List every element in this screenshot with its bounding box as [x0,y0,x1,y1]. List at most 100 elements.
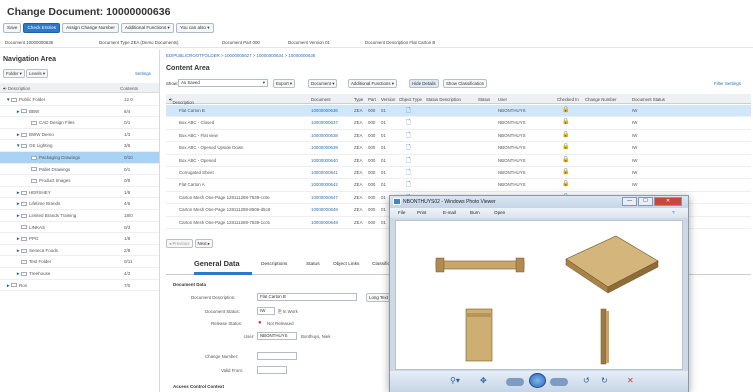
table-row[interactable]: Flat Carton B 10000000636 ZEA 000 01 NBONTHUY… [166,105,751,118]
sidebar-item[interactable]: ▼ GE Lighting 3/6 [0,140,159,152]
table-row[interactable]: Box ABC - Opened Upside Down 10000000639 Z… [166,142,751,155]
sidebar-item[interactable]: Packaging Drawings 0/10 [0,151,159,164]
file-icon[interactable]: 🗋 [406,118,411,128]
levels-button[interactable]: Levels ▾ [26,69,49,78]
tree-node-text: Pallet Drawings [39,166,71,172]
cell-doc[interactable]: 10000000648 [311,207,338,212]
sidebar-item[interactable]: ► HERSHEY 1/8 [0,187,159,199]
previous-button[interactable]: ◂ Previous [166,239,193,248]
filter-settings-link[interactable]: Filter Settings [714,81,741,86]
sidebar-item[interactable]: ▼ Public Folder 12.0 [0,94,159,106]
table-row[interactable]: Flat Carton A 10000000642 ZEA 000 01 NBONTHUY… [166,179,751,192]
zoom-icon[interactable]: ⚲▾ [450,376,460,385]
meta-document: Document 10000000636 [5,40,54,45]
sidebar-item[interactable]: ► Ron 7/0 [0,280,159,292]
file-icon[interactable]: 🗋 [406,168,411,178]
table-row[interactable]: Corrugated Sheet 10000000641 ZEA 000 01 NBONT… [166,167,751,180]
breadcrumb[interactable]: EDIPUBLICROOTFOLDER > 10000000627 > 1000… [166,53,315,58]
table-row[interactable]: Box ABC - Closed 10000000637 ZEA 000 01 NBONT… [166,117,751,130]
document-button[interactable]: Document ▾ [308,79,338,88]
maximize-button[interactable]: ☐ [638,197,653,206]
next-image-button[interactable] [550,378,568,386]
tree-node-text: Seneca Foods [29,247,59,253]
file-icon[interactable]: 🗋 [406,156,411,166]
cell-doc[interactable]: 10000000636 [311,108,338,113]
show-select[interactable]: As Saved ▾ [178,79,268,87]
help-icon[interactable]: ? [672,210,675,215]
table-row[interactable]: Box ABC - Flat view 10000000638 ZEA 000 01 NB… [166,130,751,143]
close-button[interactable]: ✕ [654,197,682,206]
cell-ver: 01 [381,194,386,200]
sidebar-item[interactable]: ► BBW 8/4 [0,106,159,118]
additional-functions-button[interactable]: Additional Functions ▾ [120,23,174,33]
file-icon[interactable]: 🗋 [406,143,411,153]
show-classification-button[interactable]: Show Classification [443,79,488,88]
actual-size-icon[interactable]: ✥ [480,376,487,385]
change-number-input[interactable] [257,352,297,360]
tab-general-data[interactable]: General Data [194,259,240,268]
cell-doc[interactable]: 10000000638 [311,133,338,138]
delete-icon[interactable]: ✕ [627,376,634,385]
rotate-left-icon[interactable]: ↺ [583,376,590,385]
column-description: ⎆ Description [169,97,194,105]
file-icon[interactable]: 🗋 [406,106,411,116]
settings-link[interactable]: Settings [135,71,151,76]
hide-details-button[interactable]: Hide Details [409,79,439,88]
cell-doc[interactable]: 10000000647 [311,195,338,200]
tab-descriptions[interactable]: Descriptions [261,262,287,267]
menu-burn[interactable]: Burn [470,210,480,215]
tree-node-count: 1/8 [124,236,131,242]
cell-doc[interactable]: 10000000637 [311,120,338,125]
cell-doc[interactable]: 10000000641 [311,170,338,175]
sidebar-item[interactable]: Product Images 0/8 [0,175,159,187]
valid-from-input[interactable] [257,366,287,374]
sidebar-item[interactable]: LINKAS 0/3 [0,222,159,234]
menu-email[interactable]: E-mail [443,210,456,215]
cell-doc[interactable]: 10000000649 [311,220,338,225]
table-row[interactable]: Box ABC - Opened 10000000640 ZEA 000 01 NBONT… [166,155,751,167]
assign-change-number-button[interactable]: Assign Change Number [62,23,119,33]
long-text-button[interactable]: Long Text [366,293,391,302]
previous-image-button[interactable] [506,378,524,386]
cell-doc[interactable]: 10000000639 [311,145,338,150]
sidebar-item[interactable]: Test Folder 0/11 [0,256,159,268]
sidebar-item[interactable]: ► PPG 1/8 [0,233,159,245]
file-icon[interactable]: 🗋 [406,180,411,190]
cell-doc[interactable]: 10000000640 [311,158,338,163]
next-button[interactable]: Next ▸ [194,239,213,248]
column-document: Document [311,97,331,102]
file-icon[interactable]: 🗋 [406,131,411,141]
check-entries-button[interactable]: Check Entries [23,23,61,33]
rotate-right-icon[interactable]: ↻ [601,376,608,385]
you-can-also-button[interactable]: You can also ▾ [175,23,214,33]
export-button[interactable]: Export ▾ [273,79,296,88]
menu-open[interactable]: Open [494,210,505,215]
menu-print[interactable]: Print [417,210,426,215]
additional-functions-menu[interactable]: Additional Functions ▾ [348,79,397,88]
cell-desc: Box ABC - Opened Upside Down [179,145,244,151]
slideshow-button[interactable] [529,373,546,388]
description-input[interactable]: Flat Carton B [257,293,357,301]
minimize-button[interactable]: — [622,197,637,206]
document-status-text: ⎘ In Work [278,309,298,314]
cell-status: IW [632,182,638,188]
menu-file[interactable]: File [398,210,405,215]
sidebar-item[interactable]: Pallet Drawings 0/1 [0,164,159,176]
cell-ver: 01 [381,145,386,151]
sidebar-item[interactable]: CAD Design Files 0/1 [0,117,159,129]
document-status-input[interactable]: IW [257,307,275,315]
folder-button[interactable]: Folder ▾ [3,69,25,78]
save-button[interactable]: Save [3,23,22,33]
tab-object-links[interactable]: Object Links [333,262,359,267]
sidebar-item[interactable]: ► BWW Demo 1/3 [0,129,159,141]
sidebar-item[interactable]: ► Lifetime Brands 4/6 [0,198,159,210]
cell-doc[interactable]: 10000000642 [311,182,338,187]
tree-node-label: ► Lifetime Brands [16,201,60,206]
sidebar-item[interactable]: ► Treehouse 4/3 [0,268,159,280]
meta-part: Document Part 000 [222,40,260,45]
sidebar-item[interactable]: ► Seneca Foods 2/8 [0,245,159,257]
tab-status[interactable]: Status [306,262,320,267]
user-input[interactable]: NBONTHUYS [257,332,297,340]
tree-node-label: ► Ron [6,283,27,288]
sidebar-item[interactable]: ► Limited Brands Training 18/0 [0,210,159,222]
